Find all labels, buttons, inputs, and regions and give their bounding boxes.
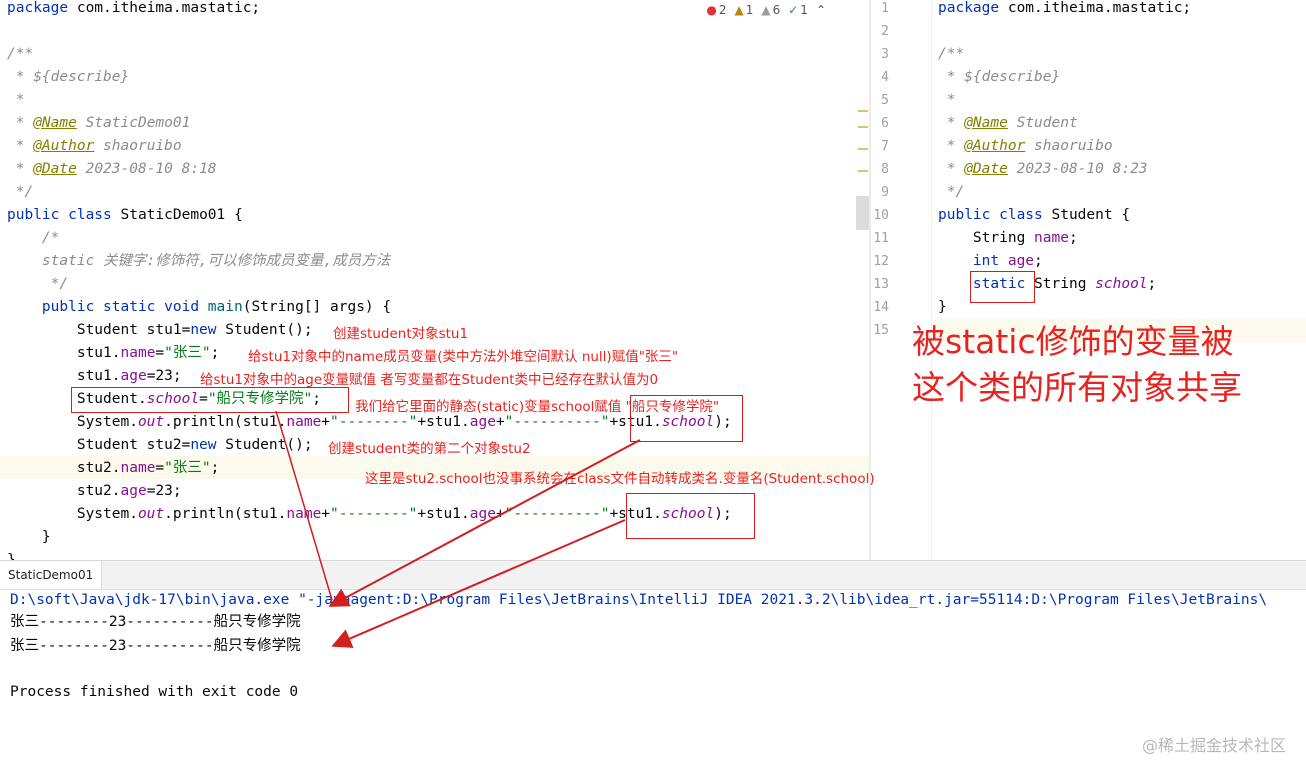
error-icon: ● bbox=[706, 3, 717, 17]
line-number: 1 bbox=[881, 1, 889, 16]
code-line-field-school[interactable]: static String school; bbox=[938, 273, 1156, 296]
console-command-line: D:\soft\Java\jdk-17\bin\java.exe "-javaa… bbox=[10, 592, 1268, 608]
code-line-new-stu2[interactable]: Student stu2=new Student(); bbox=[7, 434, 313, 457]
code-line-println-2[interactable]: System.out.println(stu1.name+"--------"+… bbox=[7, 503, 732, 526]
line-number: 2 bbox=[881, 24, 889, 39]
line-number: 3 bbox=[881, 47, 889, 62]
line-number: 8 bbox=[881, 162, 889, 177]
code-line-doc-author[interactable]: * @Author shaoruibo bbox=[7, 135, 182, 158]
annotation-shared-line1: 被static修饰的变量被 bbox=[912, 322, 1234, 361]
code-line-stu1-age[interactable]: stu1.age=23; bbox=[7, 365, 182, 388]
code-line-class-close[interactable]: } bbox=[7, 549, 16, 560]
code-line-doc-start[interactable]: /** bbox=[7, 43, 33, 66]
line-number: 11 bbox=[873, 231, 889, 246]
annotation-name-assign: 给stu1对象中的name成员变量(类中方法外堆空间默认 null)赋值"张三" bbox=[248, 349, 679, 365]
code-line-field-age[interactable]: int age; bbox=[938, 250, 1043, 273]
code-line-main-method[interactable]: public static void main(String[] args) { bbox=[7, 296, 391, 319]
warning-icon: ▲ bbox=[734, 3, 744, 17]
code-line-stu2-name[interactable]: stu2.name="张三"; bbox=[7, 457, 220, 480]
line-number: 6 bbox=[881, 116, 889, 131]
code-line-doc-end[interactable]: */ bbox=[938, 181, 964, 204]
code-line-comment-body[interactable]: static 关键字:修饰符,可以修饰成员变量,成员方法 bbox=[7, 250, 390, 273]
line-number: 5 bbox=[881, 93, 889, 108]
ok-count[interactable]: ✓ 1 bbox=[788, 3, 808, 17]
code-line-doc-blank[interactable]: * bbox=[7, 89, 25, 112]
code-line-doc-name[interactable]: * @Name Student bbox=[938, 112, 1078, 135]
code-line-student-school[interactable]: Student.school="船只专修学院"; bbox=[7, 388, 321, 411]
warning-stripe[interactable] bbox=[858, 110, 868, 112]
code-line-doc-end[interactable]: */ bbox=[7, 181, 33, 204]
code-line-doc-blank[interactable]: * bbox=[938, 89, 956, 112]
code-line-doc-describe[interactable]: * ${describe} bbox=[938, 66, 1061, 89]
check-icon: ✓ bbox=[788, 3, 799, 17]
line-number: 13 bbox=[873, 277, 889, 292]
code-line-doc-describe[interactable]: * ${describe} bbox=[7, 66, 130, 89]
scrollbar-thumb[interactable] bbox=[856, 196, 870, 230]
annotation-create-stu1: 创建student对象stu1 bbox=[333, 326, 469, 342]
chevron-up-icon[interactable]: ⌃ bbox=[816, 3, 826, 17]
code-line-field-name[interactable]: String name; bbox=[938, 227, 1078, 250]
code-line-method-close[interactable]: } bbox=[7, 526, 51, 549]
code-line-doc-author[interactable]: * @Author shaoruibo bbox=[938, 135, 1113, 158]
code-line-doc-date[interactable]: * @Date 2023-08-10 8:23 bbox=[938, 158, 1148, 181]
code-line-doc-name[interactable]: * @Name StaticDemo01 bbox=[7, 112, 191, 135]
warning-stripe[interactable] bbox=[858, 170, 868, 172]
annotation-create-stu2: 创建student类的第二个对象stu2 bbox=[328, 441, 531, 457]
line-number-gutter: 1 2 3 4 5 6 7 8 9 10 11 12 13 14 15 bbox=[871, 0, 932, 560]
console-exit-line: Process finished with exit code 0 bbox=[10, 684, 299, 700]
watermark: @稀土掘金技术社区 bbox=[1141, 736, 1286, 755]
code-line-comment-end[interactable]: */ bbox=[7, 273, 68, 296]
console-output-line: 张三--------23----------船只专修学院 bbox=[10, 614, 301, 630]
run-console[interactable]: StaticDemo01 D:\soft\Java\jdk-17\bin\jav… bbox=[0, 560, 1306, 777]
line-number: 10 bbox=[873, 208, 889, 223]
code-line-comment-start[interactable]: /* bbox=[7, 227, 59, 250]
code-line-doc-start[interactable]: /** bbox=[938, 43, 964, 66]
tab-staticdemo01[interactable]: StaticDemo01 bbox=[0, 561, 103, 589]
annotation-stu2-school: 这里是stu2.school也没事系统会在class文件自动转成类名.变量名(S… bbox=[365, 471, 875, 487]
right-editor[interactable]: 1 2 3 4 5 6 7 8 9 10 11 12 13 14 15 pack… bbox=[871, 0, 1306, 560]
annotation-static-assign: 我们给它里面的静态(static)变量school赋值 "船只专修学院" bbox=[355, 399, 720, 415]
console-output-line: 张三--------23----------船只专修学院 bbox=[10, 638, 301, 654]
code-line-class-decl[interactable]: public class Student { bbox=[938, 204, 1130, 227]
line-number: 7 bbox=[881, 139, 889, 154]
annotation-shared-line2: 这个类的所有对象共享 bbox=[912, 368, 1242, 407]
warning-stripe[interactable] bbox=[858, 148, 868, 150]
code-line-stu1-name[interactable]: stu1.name="张三"; bbox=[7, 342, 220, 365]
code-line-class-decl[interactable]: public class StaticDemo01 { bbox=[7, 204, 243, 227]
weak-warning-count[interactable]: ▲ 6 bbox=[761, 3, 780, 17]
warning-stripe[interactable] bbox=[858, 126, 868, 128]
warning-count[interactable]: ▲ 1 bbox=[734, 3, 753, 17]
line-number: 15 bbox=[873, 323, 889, 338]
line-number: 4 bbox=[881, 70, 889, 85]
inspection-widget[interactable]: ● 2 ▲ 1 ▲ 6 ✓ 1 ⌃ bbox=[706, 3, 826, 17]
error-count[interactable]: ● 2 bbox=[706, 3, 726, 17]
code-line-package[interactable]: package com.itheima.mastatic; bbox=[7, 0, 260, 20]
line-number: 9 bbox=[881, 185, 889, 200]
code-line-new-stu1[interactable]: Student stu1=new Student(); bbox=[7, 319, 313, 342]
console-tab-bar: StaticDemo01 bbox=[0, 561, 1306, 590]
weak-warning-icon: ▲ bbox=[761, 3, 771, 17]
line-number: 14 bbox=[873, 300, 889, 315]
annotation-age-assign: 给stu1对象中的age变量赋值 者写变量都在Student类中已经存在默认值为… bbox=[200, 372, 659, 388]
line-number: 12 bbox=[873, 254, 889, 269]
code-line-stu2-age[interactable]: stu2.age=23; bbox=[7, 480, 182, 503]
code-line-class-close[interactable]: } bbox=[938, 296, 947, 319]
code-line-package[interactable]: package com.itheima.mastatic; bbox=[938, 0, 1191, 20]
code-line-doc-date[interactable]: * @Date 2023-08-10 8:18 bbox=[7, 158, 217, 181]
